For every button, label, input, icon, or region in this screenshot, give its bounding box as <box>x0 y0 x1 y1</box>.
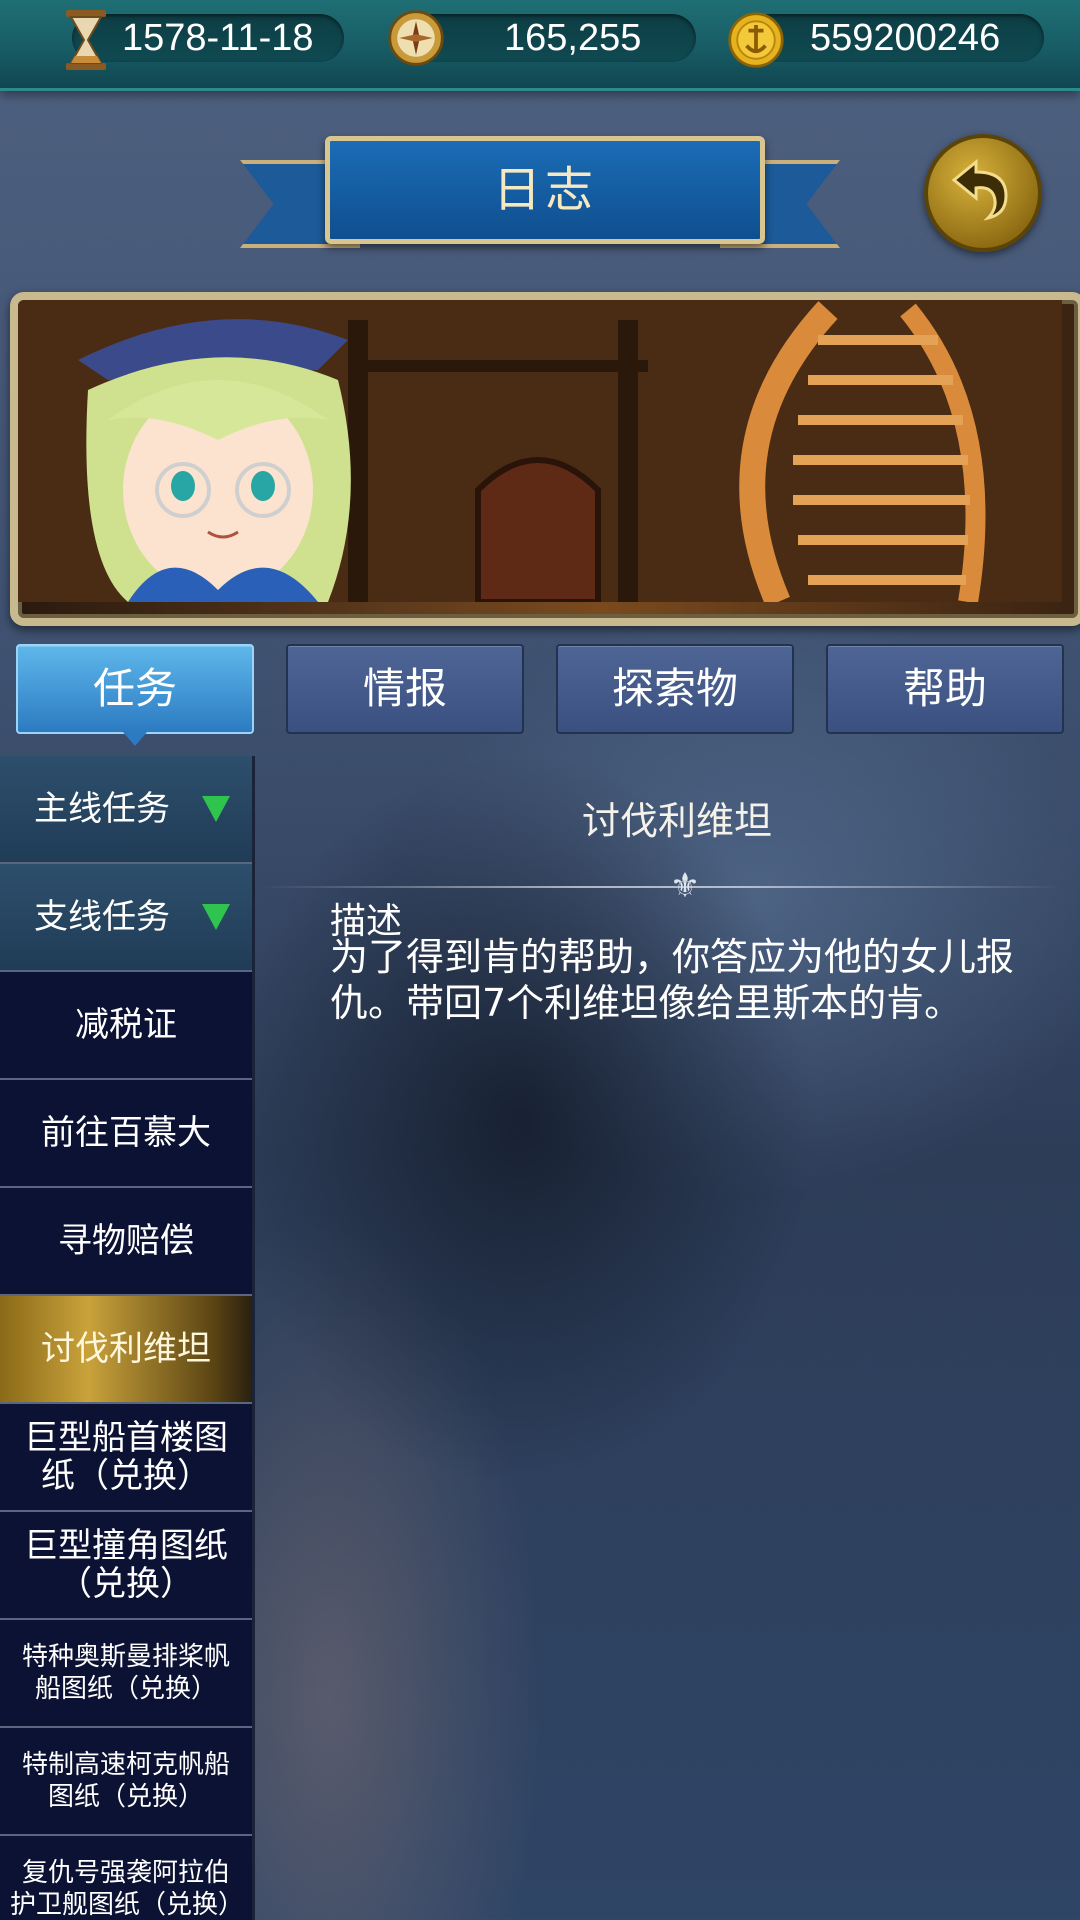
list-item[interactable]: 巨型撞角图纸（兑换） <box>0 1512 252 1620</box>
resource-bar: 1578-11-18 165,255 559200246 <box>0 0 1080 91</box>
back-button[interactable] <box>924 134 1042 252</box>
tab-help[interactable]: 帮助 <box>826 644 1064 734</box>
tab-discoveries[interactable]: 探索物 <box>556 644 794 734</box>
tab-discoveries-label: 探索物 <box>611 664 738 713</box>
reputation-value: 165,255 <box>504 17 642 59</box>
list-item-label: 巨型船首楼图纸（兑换） <box>24 1418 228 1496</box>
category-main-quests[interactable]: 主线任务 <box>0 756 252 864</box>
list-item-label: 讨伐利维坦 <box>41 1329 211 1369</box>
page-title: 日志 <box>492 162 597 218</box>
quest-list[interactable]: 主线任务 支线任务 减税证 前往百慕大 寻物赔偿 讨伐利维坦 巨型船首楼图纸（兑… <box>0 756 255 1920</box>
divider <box>262 886 1062 888</box>
list-item-label: 前往百慕大 <box>41 1113 211 1153</box>
list-item[interactable]: 复仇号强袭阿拉伯护卫舰图纸（兑换） <box>0 1836 252 1920</box>
description-text: 为了得到肯的帮助，你答应为他的女儿报仇。带回7个利维坦像给里斯本的肯。 <box>330 935 1015 1025</box>
gold-value: 559200246 <box>810 17 1001 59</box>
tab-tasks[interactable]: 任务 <box>16 644 254 746</box>
character-portrait <box>10 292 1080 626</box>
date-value: 1578-11-18 <box>122 17 314 59</box>
list-item-label: 特制高速柯克帆船图纸（兑换） <box>21 1750 230 1812</box>
compass-icon <box>388 10 444 66</box>
quest-title: 讨伐利维坦 <box>581 799 772 843</box>
fleur-ornament-icon: ⚜ <box>669 866 701 906</box>
list-item[interactable]: 巨型船首楼图纸（兑换） <box>0 1404 252 1512</box>
hourglass-icon <box>66 10 106 70</box>
gold-coin-icon <box>728 12 784 68</box>
list-item-label: 主线任务 <box>34 789 170 829</box>
list-item[interactable]: 特制高速柯克帆船图纸（兑换） <box>0 1728 252 1836</box>
list-item[interactable]: 前往百慕大 <box>0 1080 252 1188</box>
list-item-label: 支线任务 <box>34 897 170 937</box>
tab-help-label: 帮助 <box>902 664 987 713</box>
list-item-label: 寻物赔偿 <box>58 1221 194 1261</box>
list-item-label: 减税证 <box>75 1005 177 1045</box>
list-item-selected[interactable]: 讨伐利维坦 <box>0 1296 252 1404</box>
list-item-label: 巨型撞角图纸（兑换） <box>24 1526 228 1604</box>
expand-arrow-icon <box>202 904 230 930</box>
portrait-illustration <box>18 300 1062 608</box>
tab-tasks-label: 任务 <box>92 664 177 713</box>
list-item-label: 特种奥斯曼排桨帆船图纸（兑换） <box>21 1642 230 1704</box>
category-side-quests[interactable]: 支线任务 <box>0 864 252 972</box>
list-item[interactable]: 减税证 <box>0 972 252 1080</box>
tab-intel[interactable]: 情报 <box>286 644 524 734</box>
title-banner: 日志 <box>240 130 840 260</box>
back-arrow-icon <box>951 158 1008 221</box>
tab-intel-label: 情报 <box>362 664 447 713</box>
list-item[interactable]: 特种奥斯曼排桨帆船图纸（兑换） <box>0 1620 252 1728</box>
expand-arrow-icon <box>202 796 230 822</box>
list-item-label: 复仇号强袭阿拉伯护卫舰图纸（兑换） <box>10 1858 245 1920</box>
list-item[interactable]: 寻物赔偿 <box>0 1188 252 1296</box>
